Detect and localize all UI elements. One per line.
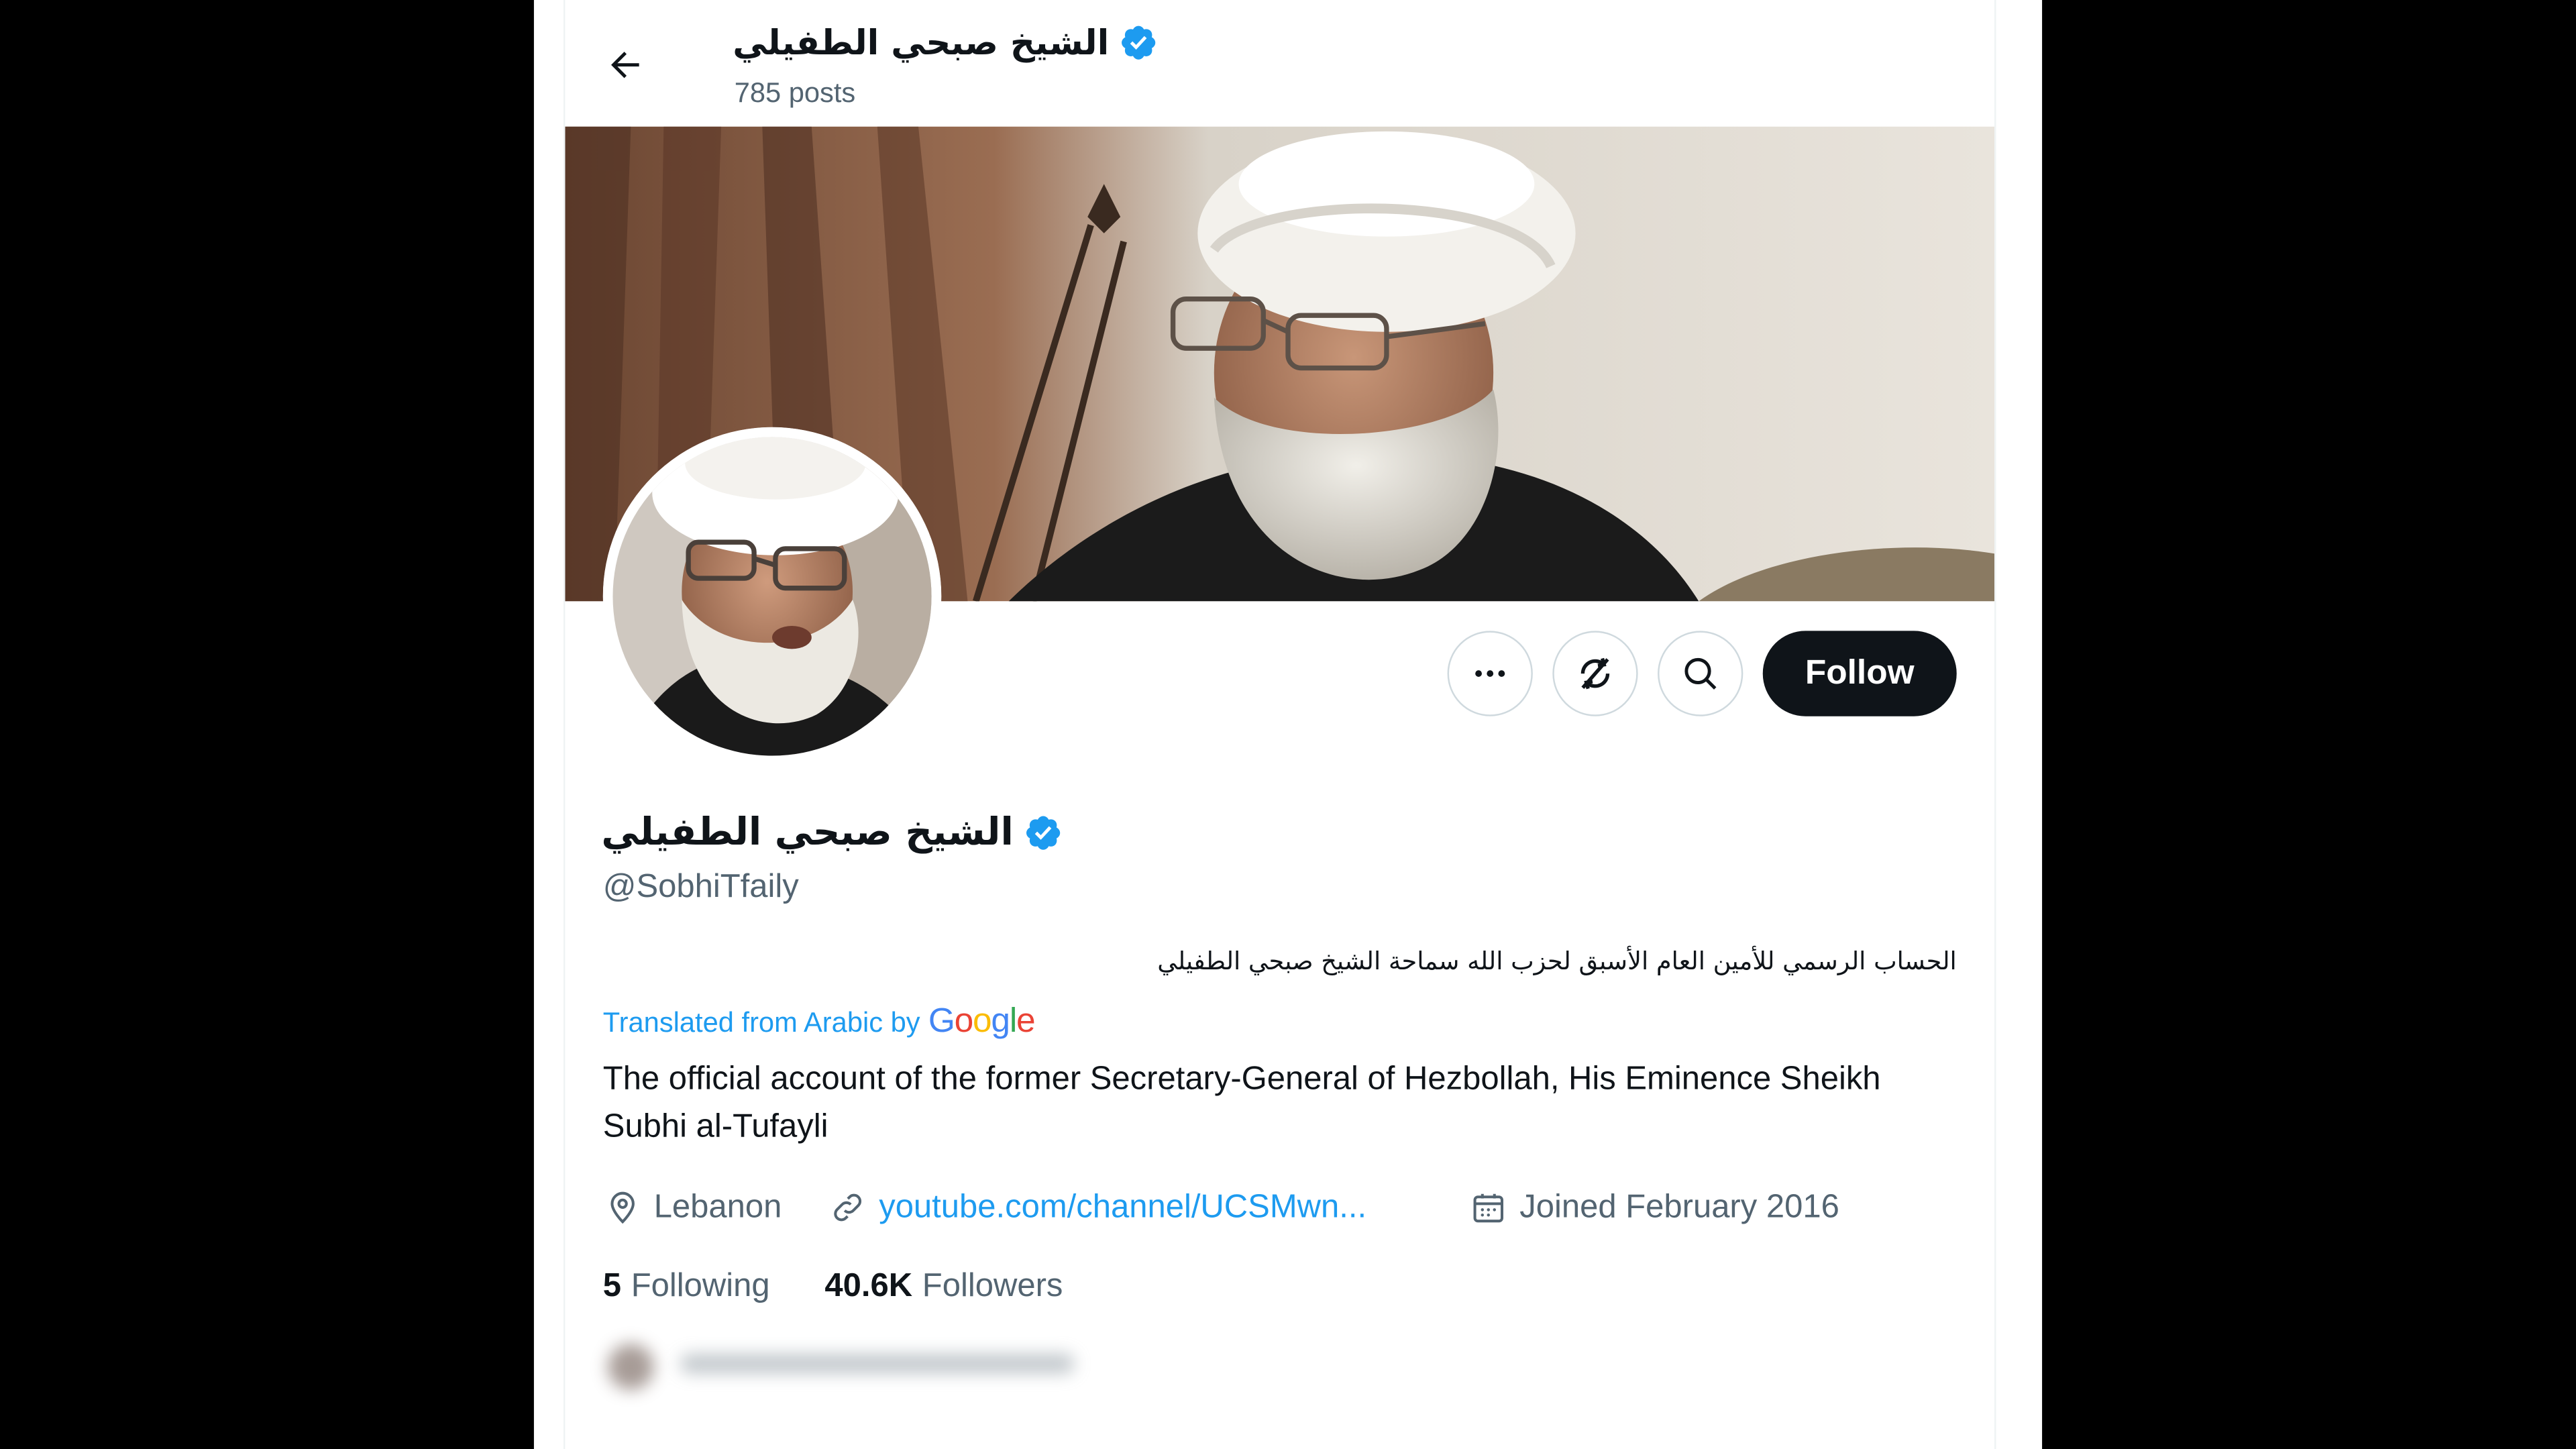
- location-pin-icon: [610, 1191, 635, 1224]
- location-item: Lebanon: [604, 1185, 782, 1231]
- bio-original-arabic: الحساب الرسمي للأمين العام الأسبق لحزب ا…: [1157, 946, 1957, 976]
- translated-label: Translated from Arabic by: [602, 1007, 920, 1038]
- calendar-icon: [1473, 1193, 1504, 1223]
- translation-attribution[interactable]: Translated from Arabic by Google: [602, 1002, 1036, 1042]
- search-button[interactable]: [1658, 631, 1743, 716]
- joined-item: Joined February 2016: [1470, 1185, 1839, 1231]
- posts-count: 785 posts: [734, 77, 856, 109]
- header-title: الشيخ صبحي الطفيلي: [733, 16, 1158, 68]
- location-text: Lebanon: [653, 1188, 782, 1225]
- following-link[interactable]: 5 Following: [603, 1263, 770, 1309]
- subscribe-off-icon: [1580, 657, 1610, 690]
- profile-handle: @SobhiTfaily: [602, 869, 799, 906]
- profile-display-name: الشيخ صبحي الطفيلي: [601, 811, 1014, 855]
- search-icon: [1684, 657, 1717, 690]
- website-item: youtube.com/channel/UCSMwn...: [830, 1185, 1366, 1231]
- profile-name-row: الشيخ صبحي الطفيلي: [601, 805, 1063, 861]
- following-label: Following: [631, 1267, 770, 1304]
- verified-badge-icon[interactable]: [1023, 813, 1063, 853]
- avatar-photo: [602, 427, 942, 766]
- following-count: 5: [602, 1267, 622, 1304]
- link-icon: [834, 1193, 862, 1222]
- back-button[interactable]: [595, 33, 657, 95]
- bio-translated: The official account of the former Secre…: [602, 1061, 1881, 1145]
- subscribe-button[interactable]: [1552, 631, 1638, 716]
- joined-text: Joined February 2016: [1519, 1188, 1839, 1225]
- verified-badge-icon: [1122, 25, 1156, 60]
- screenshot-stage: الشيخ صبحي الطفيلي 785 posts Follow الشي…: [0, 0, 2576, 1449]
- followers-count: 40.6K: [824, 1267, 913, 1304]
- arrow-left-icon: [611, 52, 639, 78]
- follow-button[interactable]: Follow: [1762, 631, 1957, 716]
- followers-label: Followers: [922, 1267, 1063, 1304]
- profile-avatar[interactable]: [602, 427, 942, 766]
- more-horizontal-icon: [1475, 670, 1505, 677]
- header-display-name: الشيخ صبحي الطفيلي: [733, 23, 1110, 63]
- column-divider-right: [1994, 0, 1996, 1449]
- blurred-followed-by-row: [601, 1334, 1094, 1400]
- more-button[interactable]: [1447, 631, 1533, 716]
- followers-link[interactable]: 40.6K Followers: [824, 1263, 1063, 1309]
- blurred-content: [608, 1344, 1075, 1390]
- website-link[interactable]: youtube.com/channel/UCSMwn...: [879, 1189, 1366, 1226]
- google-logo: Google: [928, 1002, 1036, 1040]
